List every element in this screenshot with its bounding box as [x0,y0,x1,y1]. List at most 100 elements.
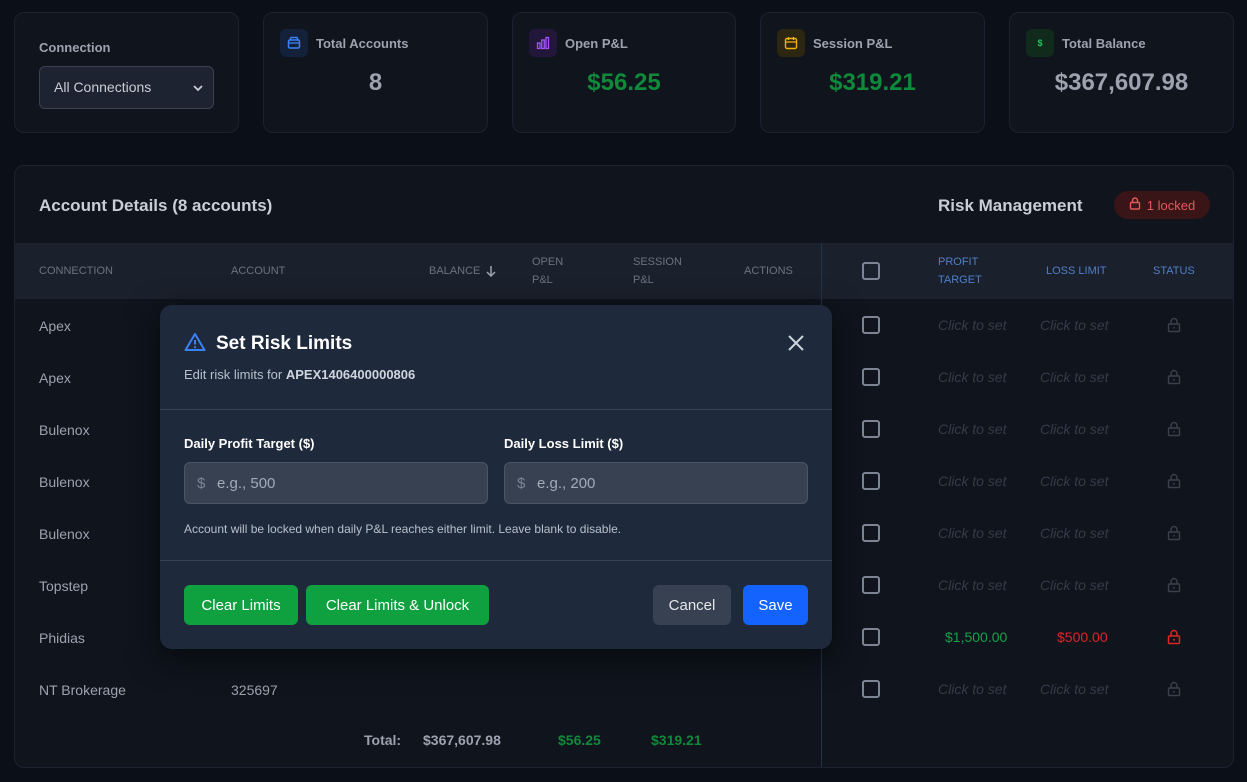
column-header-balance-label: BALANCE [429,265,481,277]
row-loss-limit[interactable]: Click to set [1040,421,1108,437]
stat-card-session-pnl: Session P&L $319.21 [760,12,985,133]
row-profit-target[interactable]: $1,500.00 [945,629,1007,645]
chevron-down-icon [193,68,203,127]
currency-symbol: $ [517,475,526,492]
unlocked-icon [1167,317,1181,338]
wallet-icon [280,29,308,57]
row-profit-target[interactable]: Click to set [938,317,1006,333]
row-connection: Bulenox [39,422,90,438]
stat-card-open-pnl: Open P&L $56.25 [512,12,736,133]
row-loss-limit[interactable]: $500.00 [1057,629,1108,645]
modal-hint: Account will be locked when daily P&L re… [184,522,622,536]
unlocked-icon [1167,525,1181,546]
row-checkbox[interactable] [862,472,880,490]
bar-chart-icon [529,29,557,57]
risk-management-title: Risk Management [938,196,1083,215]
profit-target-input[interactable] [217,463,477,503]
row-connection: Phidias [39,630,85,646]
stat-value: $56.25 [587,69,661,96]
row-checkbox[interactable] [862,316,880,334]
panel-title: Account Details (8 accounts) [39,196,273,215]
connection-card: Connection All Connections [14,12,239,133]
clear-limits-unlock-button[interactable]: Clear Limits & Unlock [306,585,489,625]
locked-badge-label: 1 locked [1146,197,1196,213]
row-profit-target[interactable]: Click to set [938,681,1006,697]
row-checkbox[interactable] [862,368,880,386]
clear-limits-button[interactable]: Clear Limits [184,585,298,625]
stat-card-total-balance: $ Total Balance $367,607.98 [1009,12,1234,133]
column-header-profit-target: PROFIT TARGET [938,253,982,289]
select-all-checkbox[interactable] [862,262,880,280]
loss-limit-label: Daily Loss Limit ($) [504,436,624,451]
row-profit-target[interactable]: Click to set [938,421,1006,437]
totals-session-pnl: $319.21 [651,732,702,748]
column-header-profit-target-line2: TARGET [938,274,982,286]
stat-title: Session P&L [813,35,893,51]
row-loss-limit[interactable]: Click to set [1040,369,1108,385]
divider [160,409,832,410]
locked-badge: 1 locked [1114,191,1210,219]
stat-card-total-accounts: Total Accounts 8 [263,12,488,133]
lock-icon [1129,197,1141,213]
row-checkbox[interactable] [862,680,880,698]
divider [160,560,832,561]
column-header-actions: ACTIONS [744,265,793,277]
row-checkbox[interactable] [862,628,880,646]
column-header-profit-target-line1: PROFIT [938,256,979,268]
modal-title: Set Risk Limits [216,333,353,354]
stat-value: $367,607.98 [1054,69,1189,96]
row-connection: Bulenox [39,474,90,490]
close-icon[interactable] [786,333,806,358]
row-profit-target[interactable]: Click to set [938,577,1006,593]
cancel-button[interactable]: Cancel [653,585,731,625]
column-header-session-pnl[interactable]: SESSION P&L [633,253,682,289]
row-account: 325697 [231,682,278,698]
row-profit-target[interactable]: Click to set [938,525,1006,541]
row-loss-limit[interactable]: Click to set [1040,317,1108,333]
currency-symbol: $ [197,475,206,492]
row-loss-limit[interactable]: Click to set [1040,577,1108,593]
profit-target-field[interactable]: $ [184,462,488,504]
calendar-icon [777,29,805,57]
column-header-open-pnl-line1: OPEN [532,256,564,268]
connection-label: Connection [39,40,111,55]
row-connection: Topstep [39,578,89,594]
modal-account-id: APEX1406400000806 [285,367,416,382]
column-header-connection[interactable]: CONNECTION [39,262,113,280]
totals-balance: $367,607.98 [423,732,501,748]
row-checkbox[interactable] [862,420,880,438]
row-loss-limit[interactable]: Click to set [1040,473,1108,489]
dollar-icon: $ [1026,29,1054,57]
row-loss-limit[interactable]: Click to set [1040,681,1108,697]
unlocked-icon [1167,577,1181,598]
stat-value: 8 [368,69,383,96]
column-header-loss-limit: LOSS LIMIT [1046,265,1107,277]
column-header-open-pnl[interactable]: OPEN P&L [532,253,563,289]
row-connection: NT Brokerage [39,682,126,698]
row-checkbox[interactable] [862,524,880,542]
row-checkbox[interactable] [862,576,880,594]
unlocked-icon [1167,421,1181,442]
stat-title: Open P&L [565,35,628,51]
row-profit-target[interactable]: Click to set [938,473,1006,489]
column-header-open-pnl-line2: P&L [532,274,553,286]
loss-limit-field[interactable]: $ [504,462,808,504]
row-connection: Apex [39,370,71,386]
column-header-status: STATUS [1153,265,1195,277]
row-loss-limit[interactable]: Click to set [1040,525,1108,541]
profit-target-label: Daily Profit Target ($) [184,436,315,451]
connection-select[interactable]: All Connections [39,66,214,109]
lock-icon [1167,629,1181,650]
unlocked-icon [1167,681,1181,702]
column-header-account[interactable]: ACCOUNT [231,262,285,280]
row-profit-target[interactable]: Click to set [938,369,1006,385]
loss-limit-input[interactable] [537,463,797,503]
connection-select-value: All Connections [54,79,152,95]
modal-subtitle-prefix: Edit risk limits for [184,367,286,382]
column-header-session-pnl-line1: SESSION [633,256,682,268]
save-button[interactable]: Save [743,585,808,625]
stat-title: Total Accounts [316,35,409,51]
column-header-balance[interactable]: BALANCE [429,262,496,280]
table-header: CONNECTION ACCOUNT BALANCE OPEN P&L SESS… [15,243,1233,299]
stat-value: $319.21 [829,69,916,96]
